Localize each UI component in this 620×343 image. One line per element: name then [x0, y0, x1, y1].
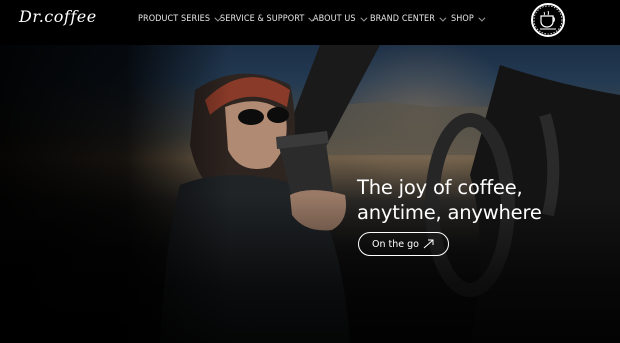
headline-line-2: anytime, anywhere — [357, 201, 542, 224]
nav-item-label: SERVICE & SUPPORT — [220, 14, 305, 24]
main-nav: PRODUCT SERIES SERVICE & SUPPORT ABOUT U… — [138, 13, 491, 25]
coffee-cup-badge-icon[interactable] — [531, 3, 565, 37]
headline-line-1: The joy of coffee, — [357, 176, 523, 199]
chevron-down-icon — [439, 14, 447, 22]
nav-item-brand-center[interactable]: BRAND CENTER — [370, 13, 451, 25]
chevron-down-icon — [360, 14, 368, 22]
nav-item-label: SHOP — [451, 14, 474, 24]
chevron-down-icon — [478, 14, 486, 22]
nav-item-label: ABOUT US — [313, 14, 356, 24]
nav-item-service-support[interactable]: SERVICE & SUPPORT — [220, 13, 316, 25]
nav-item-about-us[interactable]: ABOUT US — [313, 13, 370, 25]
site-header: Dr.coffee PRODUCT SERIES SERVICE & SUPPO… — [0, 0, 620, 45]
arrow-up-right-icon — [423, 239, 434, 249]
on-the-go-button[interactable]: On the go — [358, 232, 449, 256]
hero-banner: The joy of coffee, anytime, anywhere On … — [0, 45, 620, 343]
hero-headline: The joy of coffee, anytime, anywhere — [357, 175, 607, 225]
brand-logo[interactable]: Dr.coffee — [19, 7, 97, 26]
cta-label: On the go — [372, 238, 419, 250]
nav-item-shop[interactable]: SHOP — [451, 13, 491, 25]
nav-item-label: BRAND CENTER — [370, 14, 435, 24]
nav-item-label: PRODUCT SERIES — [138, 14, 211, 24]
nav-item-product-series[interactable]: PRODUCT SERIES — [138, 13, 222, 25]
